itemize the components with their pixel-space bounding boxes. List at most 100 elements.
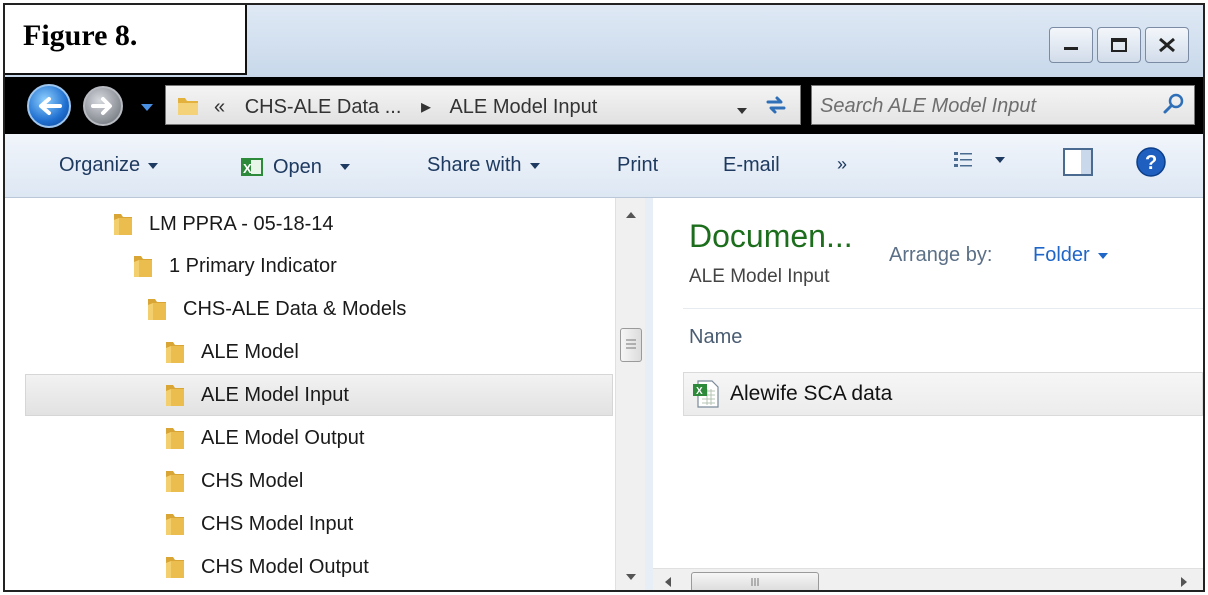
chevron-down-icon [995, 157, 1005, 163]
folder-icon [166, 385, 184, 406]
folder-icon [114, 214, 132, 235]
share-with-button[interactable]: Share with [427, 154, 540, 177]
email-label: E-mail [723, 154, 780, 176]
tree-item-label: 1 Primary Indicator [169, 254, 337, 277]
scrollbar-thumb[interactable] [691, 572, 819, 590]
folder-icon [166, 471, 184, 492]
explorer-window: Figure 8. « CHS-ALE Data ... ▸ ALE Model… [3, 3, 1205, 592]
minimize-button[interactable] [1049, 27, 1093, 63]
nav-pane-scrollbar[interactable] [615, 198, 646, 590]
address-dropdown[interactable] [736, 102, 748, 120]
navigation-pane: LM PPRA - 05-18-14 1 Primary Indicator C… [5, 198, 615, 590]
header-divider [683, 308, 1203, 309]
pane-splitter[interactable] [645, 198, 653, 590]
breadcrumb-item[interactable]: CHS-ALE Data ... [245, 96, 402, 118]
svg-text:X: X [243, 161, 252, 176]
tree-item-label: CHS Model [201, 469, 304, 492]
tree-item-chs-model[interactable]: CHS Model [163, 461, 303, 501]
address-row: « CHS-ALE Data ... ▸ ALE Model Input [5, 77, 1203, 134]
folder-icon [148, 299, 166, 320]
command-bar: Organize X Open Share with Print E-mail … [5, 134, 1203, 198]
scroll-left-icon[interactable] [657, 570, 681, 592]
folder-icon [178, 98, 198, 115]
chevron-down-icon [339, 164, 350, 170]
grip-icon [626, 339, 636, 349]
open-label: Open [273, 155, 322, 178]
svg-text:X: X [696, 386, 703, 397]
tree-item-label: LM PPRA - 05-18-14 [149, 212, 334, 235]
figure-label: Figure 8. [5, 5, 247, 75]
title-bar: Figure 8. [5, 5, 1203, 77]
library-title: Documen... [689, 218, 853, 254]
close-button[interactable] [1145, 27, 1189, 63]
back-button[interactable] [27, 84, 71, 128]
svg-text:?: ? [1145, 152, 1157, 174]
scrollbar-thumb[interactable] [620, 328, 642, 362]
library-subtitle: ALE Model Input [689, 266, 830, 287]
file-row[interactable]: X Alewife SCA data [683, 372, 1203, 416]
more-commands-button[interactable]: » [837, 154, 847, 175]
tree-item-chs-ale-data-models[interactable]: CHS-ALE Data & Models [145, 289, 406, 329]
chevron-down-icon [141, 104, 153, 111]
tree-item-primary-indicator[interactable]: 1 Primary Indicator [131, 246, 337, 286]
recent-pages-dropdown[interactable] [140, 100, 154, 118]
breadcrumb-separator[interactable]: ▸ [421, 96, 431, 118]
help-button[interactable]: ? [1135, 146, 1167, 178]
breadcrumb-item[interactable]: ALE Model Input [449, 96, 597, 118]
more-commands-label: » [837, 154, 848, 174]
scroll-right-icon[interactable] [1171, 570, 1195, 592]
refresh-button[interactable] [764, 94, 788, 122]
search-box [811, 85, 1195, 125]
organize-label: Organize [59, 154, 141, 176]
excel-icon: X [241, 158, 263, 176]
email-button[interactable]: E-mail [723, 154, 780, 177]
tree-item-ale-model-output[interactable]: ALE Model Output [163, 418, 364, 458]
minimize-icon [1064, 47, 1078, 50]
arrange-by-value: Folder [1033, 244, 1090, 266]
search-input[interactable] [820, 94, 1140, 118]
tree-item-label: ALE Model Output [201, 426, 365, 449]
help-icon: ? [1136, 147, 1166, 177]
tree-item-lm-ppra[interactable]: LM PPRA - 05-18-14 [111, 204, 334, 244]
folder-icon [166, 428, 184, 449]
tree-item-label: ALE Model [201, 340, 299, 363]
tree-item-ale-model-input[interactable]: ALE Model Input [163, 375, 349, 415]
print-button[interactable]: Print [617, 154, 658, 177]
breadcrumb-overflow[interactable]: « [214, 96, 225, 118]
scroll-down-icon[interactable] [616, 564, 646, 588]
column-header-name[interactable]: Name [689, 326, 742, 349]
search-icon[interactable] [1162, 92, 1186, 116]
forward-button[interactable] [83, 86, 123, 126]
tree-item-label: CHS-ALE Data & Models [183, 297, 407, 320]
folder-icon [166, 514, 184, 535]
chevron-down-icon [148, 162, 159, 169]
maximize-icon [1111, 38, 1127, 52]
breadcrumb: « CHS-ALE Data ... ▸ ALE Model Input [214, 94, 611, 119]
close-icon [1159, 37, 1175, 53]
arrange-by-dropdown[interactable]: Folder [1033, 244, 1108, 267]
tree-item-label: ALE Model Input [201, 383, 349, 406]
tree-item-chs-model-input[interactable]: CHS Model Input [163, 504, 353, 544]
change-view-button[interactable] [953, 150, 1005, 170]
file-pane-horizontal-scrollbar[interactable] [653, 568, 1203, 592]
content-area: LM PPRA - 05-18-14 1 Primary Indicator C… [5, 198, 1203, 592]
window-controls [1049, 27, 1189, 63]
file-list-pane: Documen... ALE Model Input Arrange by: F… [653, 198, 1203, 590]
chevron-down-icon [1097, 252, 1108, 259]
tree-item-chs-model-output[interactable]: CHS Model Output [163, 547, 369, 587]
organize-button[interactable]: Organize [59, 154, 159, 177]
folder-icon [166, 557, 184, 578]
preview-pane-icon [1063, 148, 1093, 176]
file-name: Alewife SCA data [730, 382, 893, 405]
excel-file-icon: X [693, 380, 719, 408]
folder-icon [134, 256, 152, 277]
maximize-button[interactable] [1097, 27, 1141, 63]
scroll-up-icon[interactable] [616, 204, 646, 228]
details-view-icon [954, 152, 972, 167]
grip-icon [751, 578, 759, 586]
back-arrow-icon [39, 97, 62, 115]
preview-pane-button[interactable] [1063, 148, 1093, 176]
address-bar[interactable]: « CHS-ALE Data ... ▸ ALE Model Input [165, 85, 801, 125]
open-button[interactable]: X Open [239, 154, 350, 180]
tree-item-ale-model[interactable]: ALE Model [163, 332, 299, 372]
